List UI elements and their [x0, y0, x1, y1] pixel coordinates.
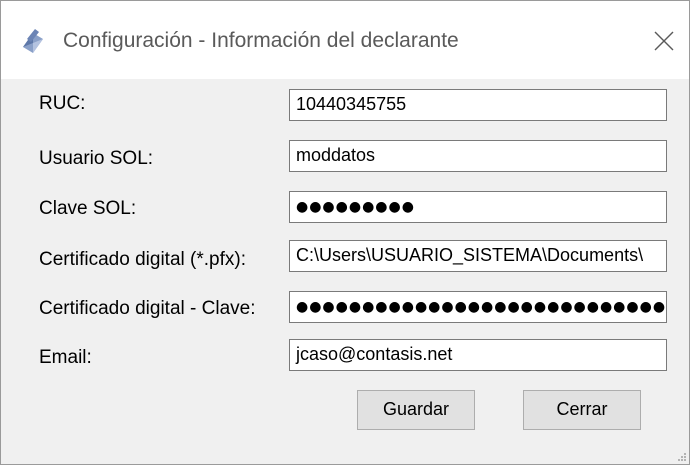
ruc-field[interactable]: 10440345755	[289, 89, 667, 121]
close-button[interactable]: Cerrar	[523, 390, 641, 430]
certificado-label: Certificado digital (*.pfx):	[39, 249, 246, 270]
usuario-sol-field[interactable]: moddatos	[289, 140, 667, 172]
clave-sol-field[interactable]: ●●●●●●●●●	[289, 191, 667, 223]
dialog-window: Configuración - Información del declaran…	[0, 0, 690, 465]
close-icon	[654, 31, 674, 51]
close-window-button[interactable]	[641, 19, 687, 63]
resize-grip-icon[interactable]	[677, 452, 687, 462]
app-icon	[19, 27, 47, 55]
certificado-clave-field[interactable]: ●●●●●●●●●●●●●●●●●●●●●●●●●●●●●●●●●●	[289, 291, 667, 323]
clave-sol-label: Clave SOL:	[39, 198, 137, 219]
save-button[interactable]: Guardar	[357, 390, 475, 430]
certificado-clave-label: Certificado digital - Clave:	[39, 298, 256, 319]
email-field[interactable]: jcaso@contasis.net	[289, 339, 667, 371]
certificado-path-field[interactable]: C:\Users\USUARIO_SISTEMA\Documents\	[289, 240, 667, 272]
ruc-label: RUC:	[39, 93, 86, 114]
email-label: Email:	[39, 347, 92, 368]
window-title: Configuración - Información del declaran…	[63, 29, 459, 52]
title-bar[interactable]: Configuración - Información del declaran…	[1, 1, 689, 79]
usuario-sol-label: Usuario SOL:	[39, 148, 154, 169]
